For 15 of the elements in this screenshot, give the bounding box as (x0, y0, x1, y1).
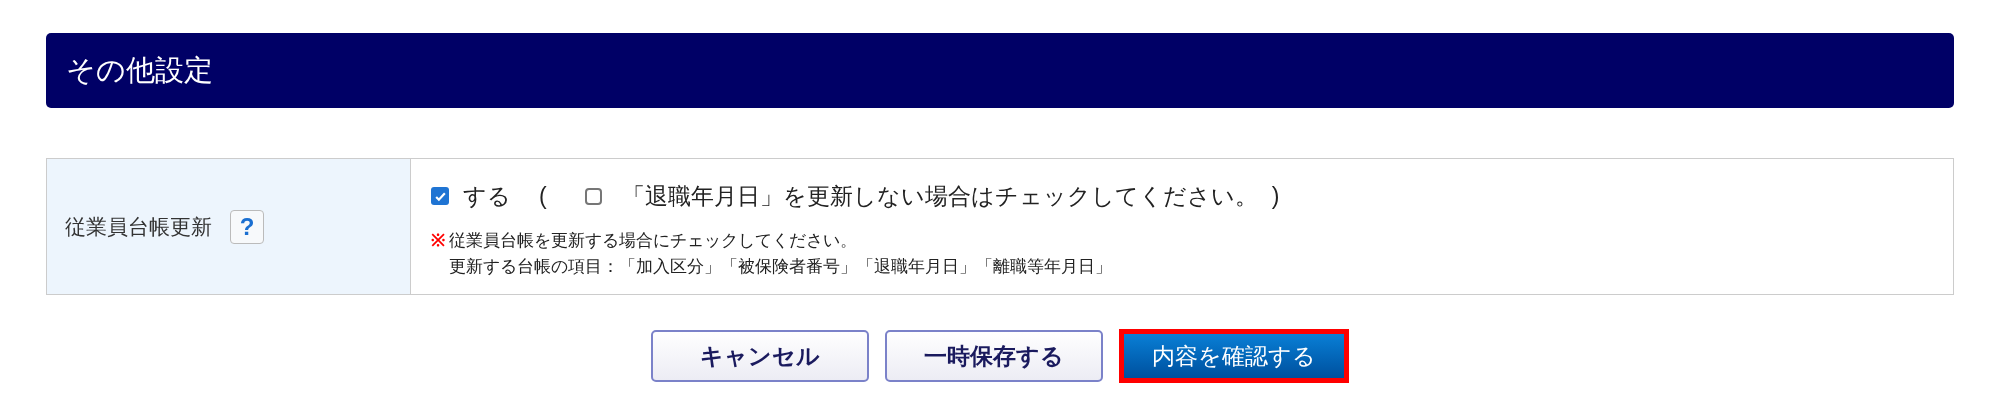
update-label: する (463, 182, 511, 211)
confirm-button[interactable]: 内容を確認する (1124, 334, 1344, 378)
row-label: 従業員台帳更新 (65, 213, 212, 240)
paren: ( (539, 182, 547, 211)
action-button[interactable]: 一時保存する (885, 330, 1103, 382)
action-button[interactable]: キャンセル (651, 330, 869, 382)
section-title: その他設定 (66, 52, 213, 88)
update-checkbox[interactable] (431, 187, 449, 206)
skip-date-label: 「退職年月日」を更新しない場合はチェックしてください。 (621, 182, 1258, 211)
note-mark: ※ (431, 229, 445, 252)
note-text: 更新する台帳の項目：「加入区分」「被保険者番号」「退職年月日」「離職等年月日」 (449, 255, 1112, 278)
note-text: 従業員台帳を更新する場合にチェックしてください。 (449, 229, 858, 252)
help-button[interactable]: ? (230, 209, 264, 244)
skip-date-checkbox[interactable] (584, 187, 602, 205)
paren: ) (1271, 182, 1280, 211)
